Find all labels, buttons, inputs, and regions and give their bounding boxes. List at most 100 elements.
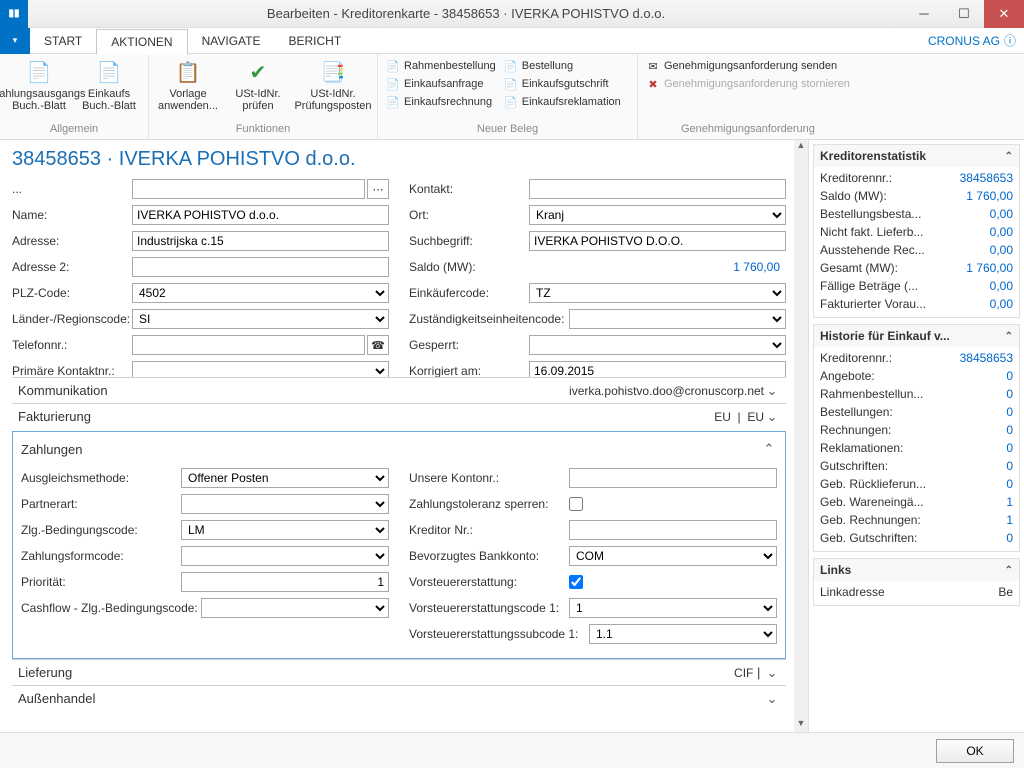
- stat-row[interactable]: Kreditorennr.:38458653: [820, 349, 1013, 367]
- bestellung-button[interactable]: 📄Bestellung: [502, 58, 623, 74]
- help-icon[interactable]: ⓘ: [1004, 32, 1016, 49]
- gesperrt-select[interactable]: [529, 335, 786, 355]
- gesperrt-label: Gesperrt:: [409, 338, 529, 352]
- rahmenbestellung-button[interactable]: 📄Rahmenbestellung: [384, 58, 498, 74]
- tab-navigate[interactable]: NAVIGATE: [188, 28, 275, 54]
- minimize-button[interactable]: ─: [904, 0, 944, 28]
- cashflow-select[interactable]: [201, 598, 389, 618]
- einkaufs-button[interactable]: 📄Einkaufs Buch.-Blatt: [76, 58, 142, 123]
- partner-select[interactable]: [181, 494, 389, 514]
- stat-row[interactable]: Rahmenbestellun...0: [820, 385, 1013, 403]
- adresse-field[interactable]: [132, 231, 389, 251]
- stat-row[interactable]: Reklamationen:0: [820, 439, 1013, 457]
- prio-field[interactable]: [181, 572, 389, 592]
- vstsub-select[interactable]: 1.1: [589, 624, 777, 644]
- stat-row[interactable]: Bestellungen:0: [820, 403, 1013, 421]
- name-field[interactable]: [132, 205, 389, 225]
- tol-checkbox[interactable]: [569, 497, 583, 511]
- stat-row[interactable]: Fällige Beträge (...0,00: [820, 277, 1013, 295]
- zlgbed-select[interactable]: LM: [181, 520, 389, 540]
- lookup-button[interactable]: ⋯: [367, 179, 389, 199]
- chevron-up-icon: ⌃: [1005, 331, 1013, 342]
- cashflow-label: Cashflow - Zlg.-Bedingungscode:: [21, 601, 201, 615]
- stat-row[interactable]: Saldo (MW):1 760,00: [820, 187, 1013, 205]
- zahlungsausgangs-button[interactable]: 📄Zahlungsausgangs Buch.-Blatt: [6, 58, 72, 123]
- stat-row[interactable]: Fakturierter Vorau...0,00: [820, 295, 1013, 313]
- vst-checkbox[interactable]: [569, 575, 583, 589]
- ok-button[interactable]: OK: [936, 739, 1014, 763]
- tab-bericht[interactable]: BERICHT: [274, 28, 355, 54]
- section-kommunikation[interactable]: Kommunikation iverka.pohistvo.doo@cronus…: [12, 377, 786, 403]
- group-neuerbeleg: Neuer Beleg: [384, 123, 631, 137]
- vorlage-button[interactable]: 📋Vorlage anwenden...: [155, 58, 221, 123]
- stat-row[interactable]: Geb. Gutschriften:0: [820, 529, 1013, 547]
- plz-select[interactable]: 4502: [132, 283, 389, 303]
- scroll-up-icon[interactable]: ▲: [794, 140, 808, 154]
- suchbegriff-field[interactable]: [529, 231, 786, 251]
- stat-row[interactable]: Ausstehende Rec...0,00: [820, 241, 1013, 259]
- ust-pruefen-button[interactable]: ✔USt-IdNr. prüfen: [225, 58, 291, 123]
- einkaufer-select[interactable]: TZ: [529, 283, 786, 303]
- file-menu[interactable]: ▾: [0, 28, 30, 54]
- krednr-field[interactable]: [569, 520, 777, 540]
- einkaufsanfrage-button[interactable]: 📄Einkaufsanfrage: [384, 76, 498, 92]
- chevron-up-icon[interactable]: ⌃: [761, 441, 777, 457]
- stat-row[interactable]: Rechnungen:0: [820, 421, 1013, 439]
- ust-posten-button[interactable]: 📑USt-IdNr. Prüfungsposten: [295, 58, 371, 123]
- sidebar: Kreditorenstatistik⌃ Kreditorennr.:38458…: [808, 140, 1024, 732]
- zform-select[interactable]: [181, 546, 389, 566]
- template-icon: 📋: [172, 58, 204, 86]
- ausgleich-select[interactable]: Offener Posten: [181, 468, 389, 488]
- journal-icon: 📄: [93, 58, 125, 86]
- konto-field[interactable]: [569, 468, 777, 488]
- tel-label: Telefonnr.:: [12, 338, 132, 352]
- adresse2-field[interactable]: [132, 257, 389, 277]
- partner-label: Partnerart:: [21, 497, 181, 511]
- tel-field[interactable]: [132, 335, 365, 355]
- stat-row[interactable]: Angebote:0: [820, 367, 1013, 385]
- page-title: 38458653 · IVERKA POHISTVO d.o.o.: [12, 148, 786, 171]
- doc-icon: 📄: [504, 77, 518, 91]
- stat-row[interactable]: Gesamt (MW):1 760,00: [820, 259, 1013, 277]
- tab-aktionen[interactable]: AKTIONEN: [96, 29, 187, 55]
- gutschrift-button[interactable]: 📄Einkaufsgutschrift: [502, 76, 623, 92]
- stat-row[interactable]: Geb. Rechnungen:1: [820, 511, 1013, 529]
- app-icon: ▮▮: [0, 0, 28, 28]
- kontakt-field[interactable]: [529, 179, 786, 199]
- bank-label: Bevorzugtes Bankkonto:: [409, 549, 569, 563]
- primkontakt-select[interactable]: [132, 361, 389, 377]
- main-scrollbar[interactable]: ▲ ▼: [794, 140, 808, 732]
- ort-select[interactable]: Kranj: [529, 205, 786, 225]
- links-col2: Be: [998, 585, 1013, 599]
- stat-row[interactable]: Gutschriften:0: [820, 457, 1013, 475]
- saldo-value[interactable]: 1 760,00: [529, 260, 786, 274]
- saldo-label: Saldo (MW):: [409, 260, 529, 274]
- section-fakturierung[interactable]: Fakturierung EU | EU ⌄: [12, 403, 786, 429]
- einkaufsrechnung-button[interactable]: 📄Einkaufsrechnung: [384, 94, 498, 110]
- region-select[interactable]: SI: [132, 309, 389, 329]
- zust-select[interactable]: [569, 309, 786, 329]
- vstcode-select[interactable]: 1: [569, 598, 777, 618]
- korrig-field[interactable]: [529, 361, 786, 377]
- scroll-down-icon[interactable]: ▼: [794, 718, 808, 732]
- maximize-button[interactable]: ☐: [944, 0, 984, 28]
- close-button[interactable]: ✕: [984, 0, 1024, 28]
- panel-links: Links⌃ LinkadresseBe: [813, 558, 1020, 606]
- genehmigung-senden-button[interactable]: ✉Genehmigungsanforderung senden: [644, 58, 852, 74]
- stat-row[interactable]: Bestellungsbesta...0,00: [820, 205, 1013, 223]
- stat-row[interactable]: Kreditorennr.:38458653: [820, 169, 1013, 187]
- send-icon: ✉: [646, 59, 660, 73]
- company-label[interactable]: CRONUS AG ⓘ: [928, 32, 1024, 49]
- section-lieferung[interactable]: Lieferung CIF | ⌄: [12, 659, 786, 685]
- section-aussenhandel[interactable]: Außenhandel ⌄: [12, 685, 786, 711]
- stat-row[interactable]: Geb. Wareneingä...1: [820, 493, 1013, 511]
- stat-row[interactable]: Nicht fakt. Lieferb...0,00: [820, 223, 1013, 241]
- genehmigung-storn-button[interactable]: ✖Genehmigungsanforderung stornieren: [644, 76, 852, 92]
- bank-select[interactable]: COM: [569, 546, 777, 566]
- vstsub-label: Vorsteuererstattungssubcode 1:: [409, 627, 589, 641]
- stat-row[interactable]: Geb. Rücklieferun...0: [820, 475, 1013, 493]
- code-field[interactable]: [132, 179, 365, 199]
- phone-icon[interactable]: ☎: [367, 335, 389, 355]
- reklamation-button[interactable]: 📄Einkaufsreklamation: [502, 94, 623, 110]
- tab-start[interactable]: START: [30, 28, 96, 54]
